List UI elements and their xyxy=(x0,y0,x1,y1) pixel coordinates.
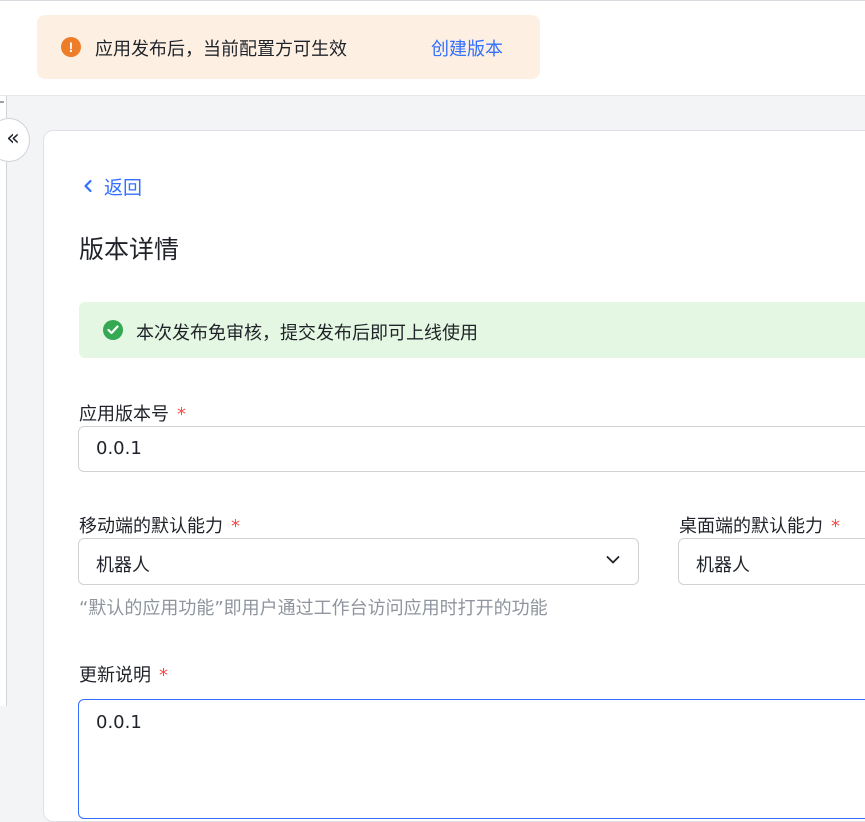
publish-notice-banner: ! 应用发布后，当前配置方可生效 创建版本 xyxy=(37,15,540,79)
mobile-capability-label-text: 移动端的默认能力 xyxy=(79,516,223,537)
notice-text: 应用发布后，当前配置方可生效 xyxy=(95,39,347,60)
chevron-left-icon xyxy=(84,179,92,193)
version-label-text: 应用版本号 xyxy=(79,404,169,425)
desktop-capability-select[interactable]: 机器人 xyxy=(678,538,865,585)
exclamation-circle-icon: ! xyxy=(61,37,81,57)
desktop-capability-label: 桌面端的默认能力 * xyxy=(679,512,840,538)
default-capability-hint: “默认的应用功能”即用户通过工作台访问应用时打开的功能 xyxy=(79,598,548,619)
success-banner: 本次发布免审核，提交发布后即可上线使用 xyxy=(79,302,865,358)
chevron-down-icon xyxy=(606,556,620,564)
success-text: 本次发布免审核，提交发布后即可上线使用 xyxy=(136,323,478,344)
desktop-capability-label-text: 桌面端的默认能力 xyxy=(679,516,823,537)
top-bar: ! 应用发布后，当前配置方可生效 创建版本 xyxy=(0,0,865,96)
page-title: 版本详情 xyxy=(79,235,180,264)
collapse-sidebar-button[interactable]: « xyxy=(0,118,30,162)
release-notes-label: 更新说明 * xyxy=(79,661,168,687)
mobile-capability-label: 移动端的默认能力 * xyxy=(79,512,240,538)
double-chevron-left-icon: « xyxy=(6,126,20,151)
release-notes-value: 0.0.1 xyxy=(96,712,142,733)
desktop-capability-value: 机器人 xyxy=(696,555,750,576)
release-notes-label-text: 更新说明 xyxy=(79,665,151,686)
required-mark: * xyxy=(159,665,168,686)
top-divider xyxy=(0,0,865,1)
version-input-value: 0.0.1 xyxy=(96,438,142,459)
mobile-capability-select[interactable]: 机器人 xyxy=(78,538,639,585)
release-notes-textarea[interactable]: 0.0.1 xyxy=(78,699,865,819)
version-input[interactable]: 0.0.1 xyxy=(78,426,865,472)
check-circle-icon xyxy=(103,320,123,340)
required-mark: * xyxy=(231,516,240,537)
sidebar-tick xyxy=(0,101,4,103)
required-mark: * xyxy=(831,516,840,537)
required-mark: * xyxy=(177,404,186,425)
back-link[interactable]: 返回 xyxy=(80,172,142,200)
mobile-capability-value: 机器人 xyxy=(96,555,150,576)
back-label: 返回 xyxy=(104,176,143,199)
version-label: 应用版本号 * xyxy=(79,400,186,426)
sidebar-edge xyxy=(0,96,7,706)
create-version-link[interactable]: 创建版本 xyxy=(431,35,503,61)
